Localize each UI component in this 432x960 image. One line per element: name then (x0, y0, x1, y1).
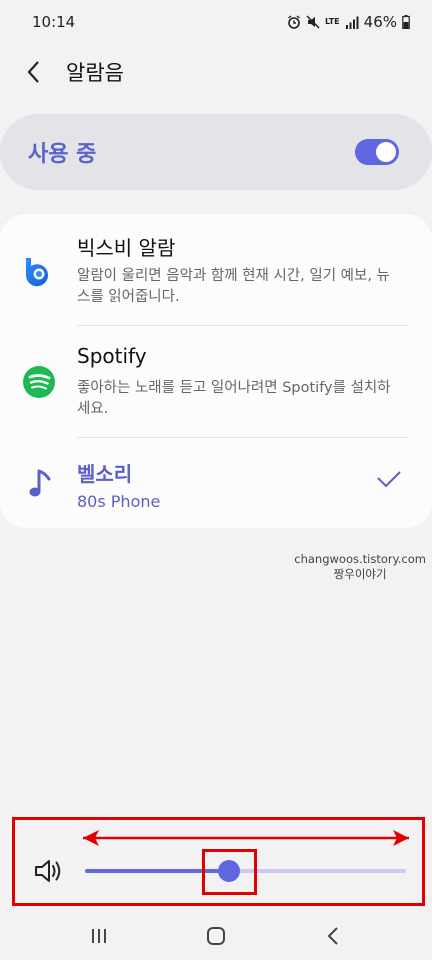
lte-icon: LTE (324, 17, 340, 26)
double-arrow-annotation (83, 830, 409, 846)
switch-knob (376, 142, 396, 162)
chevron-left-icon (27, 61, 39, 83)
option-title: 벨소리 (77, 462, 133, 486)
watermark-url: changwoos.tistory.com (294, 552, 426, 566)
check-icon (377, 471, 401, 488)
recent-apps-button[interactable] (79, 916, 119, 956)
volume-control-highlight (12, 817, 425, 906)
navigation-bar (0, 912, 432, 960)
app-bar: 알람음 (0, 46, 432, 98)
ringtone-name: 80s Phone (77, 492, 161, 511)
page-title: 알람음 (66, 61, 124, 85)
toggle-label: 사용 중 (28, 142, 97, 167)
speaker-icon[interactable] (33, 857, 63, 885)
alarm-icon (288, 15, 300, 29)
option-description: 좋아하는 노래를 듣고 일어나려면 Spotify를 설치하세요. (77, 380, 391, 417)
master-switch[interactable] (355, 139, 399, 165)
status-time: 10:14 (32, 13, 76, 31)
status-bar: 10:14 LTE 46% (0, 0, 432, 44)
recent-apps-icon (91, 929, 106, 943)
option-title: Spotify (77, 344, 147, 368)
bixby-icon (25, 258, 48, 287)
watermark: changwoos.tistory.com 짱우이야기 (294, 552, 426, 582)
music-note-icon (29, 469, 51, 497)
option-title: 빅스비 알람 (77, 236, 176, 260)
mute-icon (306, 15, 320, 29)
option-ringtone[interactable] (0, 438, 432, 528)
signal-icon (345, 16, 359, 29)
back-button[interactable] (26, 52, 52, 92)
home-icon (206, 927, 225, 945)
spotify-icon (23, 366, 55, 398)
back-icon (327, 927, 339, 945)
master-toggle-row[interactable]: 사용 중 (0, 114, 432, 190)
home-button[interactable] (196, 916, 236, 956)
watermark-blog-name: 짱우이야기 (333, 567, 387, 581)
battery-icon (402, 15, 410, 29)
battery-percent: 46% (363, 13, 397, 31)
nav-back-button[interactable] (313, 916, 353, 956)
option-description: 알람이 울리면 음악과 함께 현재 시간, 일기 예보, 뉴스를 읽어줍니다. (77, 268, 390, 305)
status-icons: LTE 46% (287, 13, 410, 31)
